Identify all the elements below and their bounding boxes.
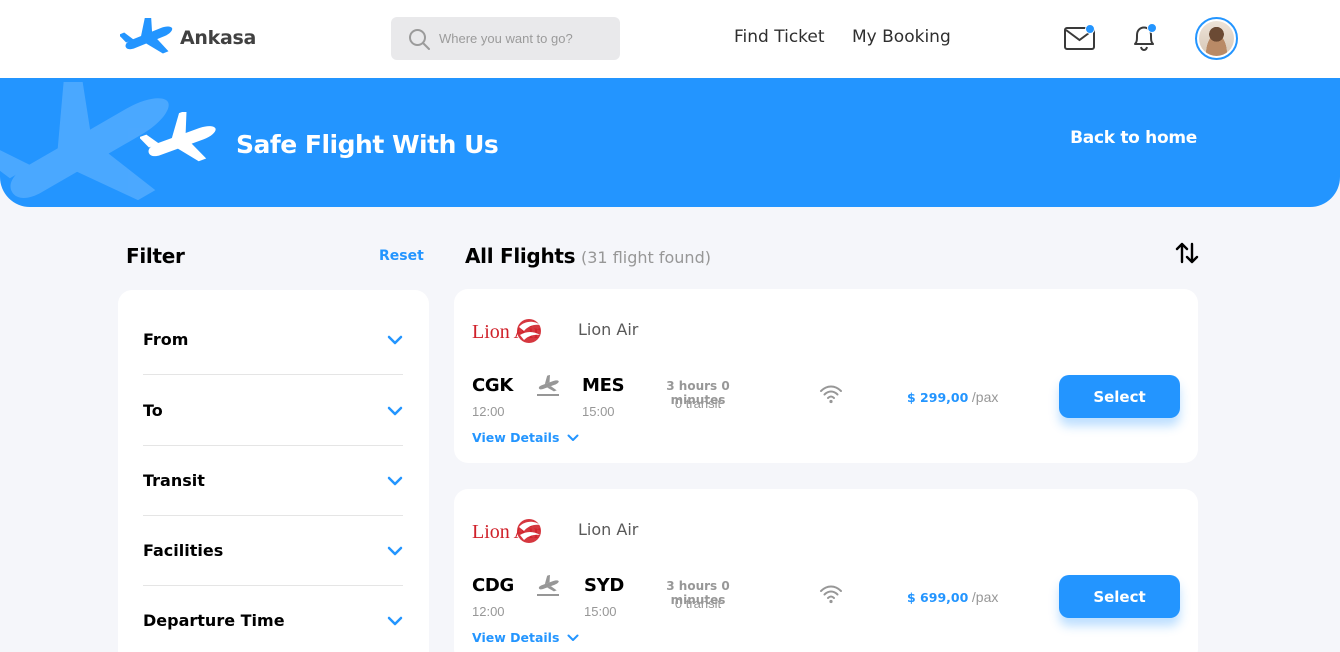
- brand-logo[interactable]: Ankasa: [120, 18, 256, 58]
- hero-banner: Safe Flight With Us Back to home: [0, 78, 1340, 207]
- price: $ 699,00 /pax: [907, 589, 998, 605]
- destination-code: MES: [582, 375, 625, 396]
- top-navbar: Ankasa Find Ticket My Booking: [0, 0, 1340, 78]
- filter-transit[interactable]: Transit: [143, 446, 403, 516]
- lion-air-logo: Lion Air: [472, 319, 541, 343]
- airline-name: Lion Air: [578, 320, 639, 339]
- price-amount: $ 299,00: [907, 390, 969, 405]
- flight-route-icon: [537, 375, 559, 396]
- reset-filter-button[interactable]: Reset: [379, 248, 424, 264]
- origin-code: CGK: [472, 375, 514, 396]
- price-unit: /pax: [971, 589, 999, 605]
- select-flight-button[interactable]: Select: [1059, 575, 1180, 618]
- airline-name: Lion Air: [578, 520, 639, 539]
- banner-title: Safe Flight With Us: [236, 130, 499, 159]
- nav-find-ticket[interactable]: Find Ticket: [734, 27, 825, 47]
- transit-count: 0 transit: [674, 396, 722, 411]
- view-details-link[interactable]: View Details: [472, 630, 579, 645]
- departure-time: 12:00: [472, 604, 505, 619]
- flight-card: Lion Air Lion Air CGK 12:00 MES 15:00 3 …: [454, 289, 1198, 463]
- airplane-logo-icon: [120, 18, 173, 54]
- notification-button[interactable]: [1127, 22, 1161, 54]
- flights-count: (31 flight found): [581, 248, 711, 267]
- filter-label: Transit: [143, 471, 205, 490]
- chevron-down-icon: [567, 634, 579, 641]
- mail-button[interactable]: [1063, 24, 1097, 52]
- notification-dot: [1085, 24, 1095, 34]
- view-details-label: View Details: [472, 430, 560, 445]
- brand-name: Ankasa: [180, 27, 257, 49]
- view-details-link[interactable]: View Details: [472, 430, 579, 445]
- search-box[interactable]: [391, 17, 620, 60]
- filter-from[interactable]: From: [143, 305, 403, 375]
- arrival-time: 15:00: [582, 404, 615, 419]
- filter-label: From: [143, 330, 189, 349]
- filter-departure-time[interactable]: Departure Time: [143, 586, 403, 652]
- price-amount: $ 699,00: [907, 590, 969, 605]
- chevron-down-icon: [387, 616, 403, 625]
- price: $ 299,00 /pax: [907, 389, 998, 405]
- chevron-down-icon: [387, 406, 403, 415]
- filter-label: To: [143, 401, 163, 420]
- select-flight-button[interactable]: Select: [1059, 375, 1180, 418]
- filter-title: Filter: [126, 244, 185, 268]
- search-icon: [409, 28, 430, 50]
- airplane-icon: [140, 112, 216, 162]
- lion-air-logo: Lion Air: [472, 519, 541, 543]
- nav-my-booking[interactable]: My Booking: [852, 27, 951, 47]
- arrival-time: 15:00: [584, 604, 617, 619]
- sort-icon[interactable]: [1174, 240, 1200, 266]
- chevron-down-icon: [387, 476, 403, 485]
- filter-facilities[interactable]: Facilities: [143, 516, 403, 586]
- view-details-label: View Details: [472, 630, 560, 645]
- origin-code: CDG: [472, 575, 515, 596]
- filter-label: Departure Time: [143, 611, 285, 630]
- flight-card: Lion Air Lion Air CDG 12:00 SYD 15:00 3 …: [454, 489, 1198, 652]
- filter-panel: From To Transit Facilities Departure Tim…: [118, 290, 429, 652]
- price-unit: /pax: [971, 389, 999, 405]
- chevron-down-icon: [387, 546, 403, 555]
- destination-code: SYD: [584, 575, 625, 596]
- user-avatar[interactable]: [1195, 17, 1238, 60]
- avatar-photo: [1199, 21, 1234, 56]
- flights-title: All Flights: [465, 244, 576, 268]
- wifi-icon: [820, 385, 842, 404]
- flight-route-icon: [537, 575, 559, 596]
- filter-label: Facilities: [143, 541, 224, 560]
- filter-to[interactable]: To: [143, 376, 403, 446]
- transit-count: 0 transit: [674, 596, 722, 611]
- search-input[interactable]: [439, 31, 609, 46]
- wifi-icon: [820, 585, 842, 604]
- departure-time: 12:00: [472, 404, 505, 419]
- chevron-down-icon: [567, 434, 579, 441]
- back-to-home-link[interactable]: Back to home: [1070, 128, 1197, 148]
- notification-dot: [1147, 23, 1157, 33]
- chevron-down-icon: [387, 335, 403, 344]
